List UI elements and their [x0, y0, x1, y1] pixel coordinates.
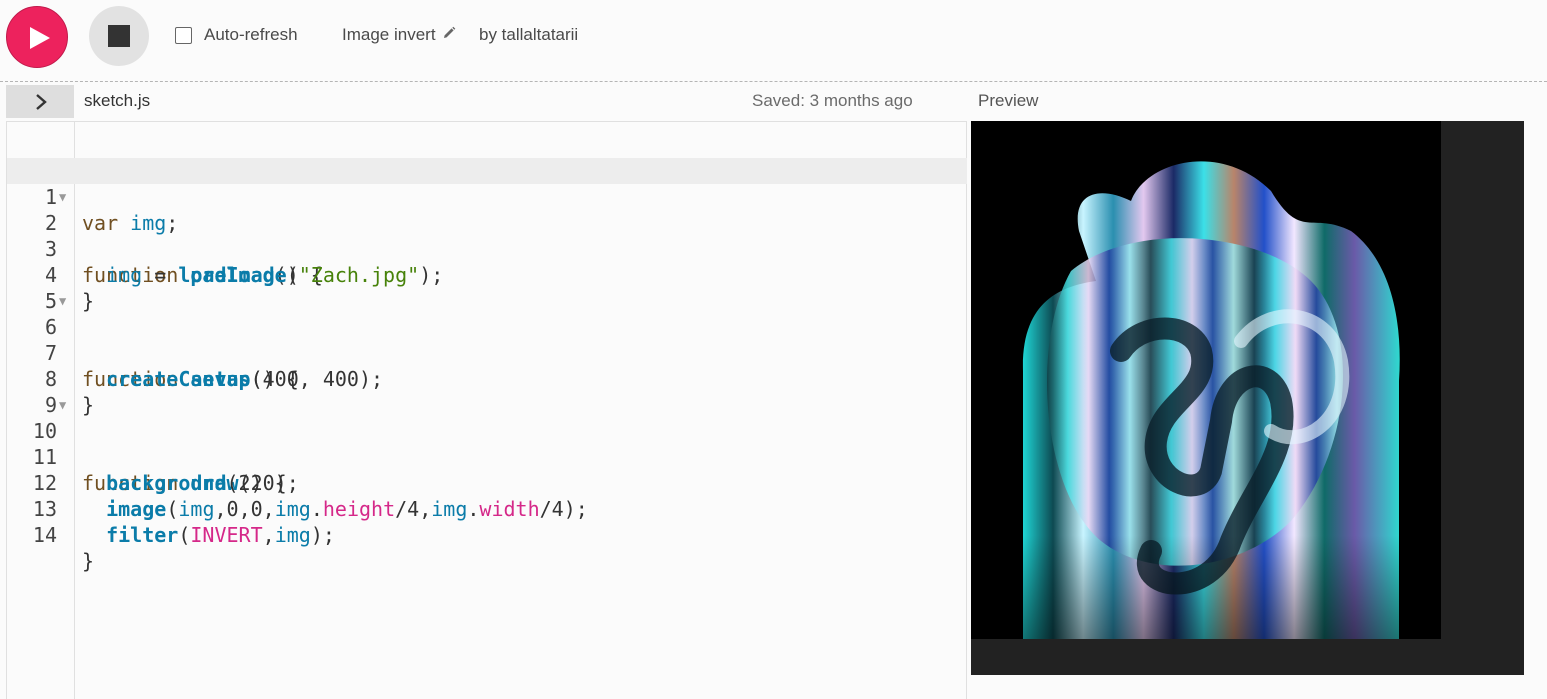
code-token: ,	[262, 523, 275, 547]
stop-icon	[108, 25, 130, 47]
pencil-icon[interactable]	[442, 25, 456, 45]
inverted-image	[971, 121, 1441, 639]
auto-refresh-toggle[interactable]: Auto-refresh	[175, 24, 298, 46]
stop-button[interactable]	[89, 6, 149, 66]
expand-sidebar-button[interactable]	[6, 85, 74, 118]
chevron-right-icon	[36, 94, 47, 110]
code-line-3[interactable]: 3 img = loadImage("Zach.jpg");	[7, 210, 967, 287]
code-line-7[interactable]: 7 createCanvas(400, 400);	[7, 314, 967, 391]
preview-frame	[971, 121, 1524, 675]
fold-arrow-icon[interactable]: ▼	[59, 392, 66, 418]
code-editor[interactable]: 1 var img; 2 ▼ function preload() { 3 im…	[6, 121, 967, 699]
code-line-13[interactable]: 13 filter(INVERT,img);	[7, 470, 967, 547]
project-name[interactable]: Image invert	[342, 25, 456, 45]
code-line-1[interactable]: 1 var img;	[7, 158, 967, 235]
toolbar: Auto-refresh Image invert by tallaltatar…	[0, 0, 1547, 80]
code-token: }	[82, 549, 95, 573]
file-name[interactable]: sketch.js	[84, 91, 150, 111]
byline[interactable]: by tallaltatarii	[479, 25, 578, 45]
play-icon	[30, 27, 50, 49]
auto-refresh-checkbox[interactable]	[175, 26, 192, 44]
code-line-5[interactable]: 5	[7, 262, 967, 313]
code-line-9[interactable]: 9	[7, 366, 967, 417]
code-token: );	[310, 523, 335, 547]
saved-status: Saved: 3 months ago	[752, 91, 913, 110]
code-line-11[interactable]: 11 background(220);	[7, 418, 967, 495]
code-line-4[interactable]: 4 }	[7, 236, 967, 313]
play-button[interactable]	[6, 6, 68, 68]
fold-arrow-icon[interactable]: ▼	[59, 184, 66, 210]
code-line-8[interactable]: 8 }	[7, 340, 967, 417]
code-token: (	[178, 523, 191, 547]
preview-label: Preview	[978, 91, 1039, 110]
fold-arrow-icon[interactable]: ▼	[59, 288, 66, 314]
code-line-6[interactable]: 6 ▼ function setup() {	[7, 288, 967, 391]
code-line-14[interactable]: 14 }	[7, 496, 967, 573]
code-line-10[interactable]: 10 ▼ function draw() {	[7, 392, 967, 495]
auto-refresh-label: Auto-refresh	[204, 25, 298, 44]
toolbar-divider	[0, 81, 1547, 82]
sketch-canvas	[971, 121, 1441, 639]
code-token: filter	[106, 523, 179, 547]
line-number: 14	[32, 523, 57, 547]
code-line-12[interactable]: 12 image(img,0,0,img.height/4,img.width/…	[7, 444, 967, 521]
project-name-text: Image invert	[342, 25, 436, 44]
code-token: img	[274, 523, 311, 547]
code-line-2[interactable]: 2 ▼ function preload() {	[7, 184, 967, 287]
code-token: INVERT	[190, 523, 263, 547]
